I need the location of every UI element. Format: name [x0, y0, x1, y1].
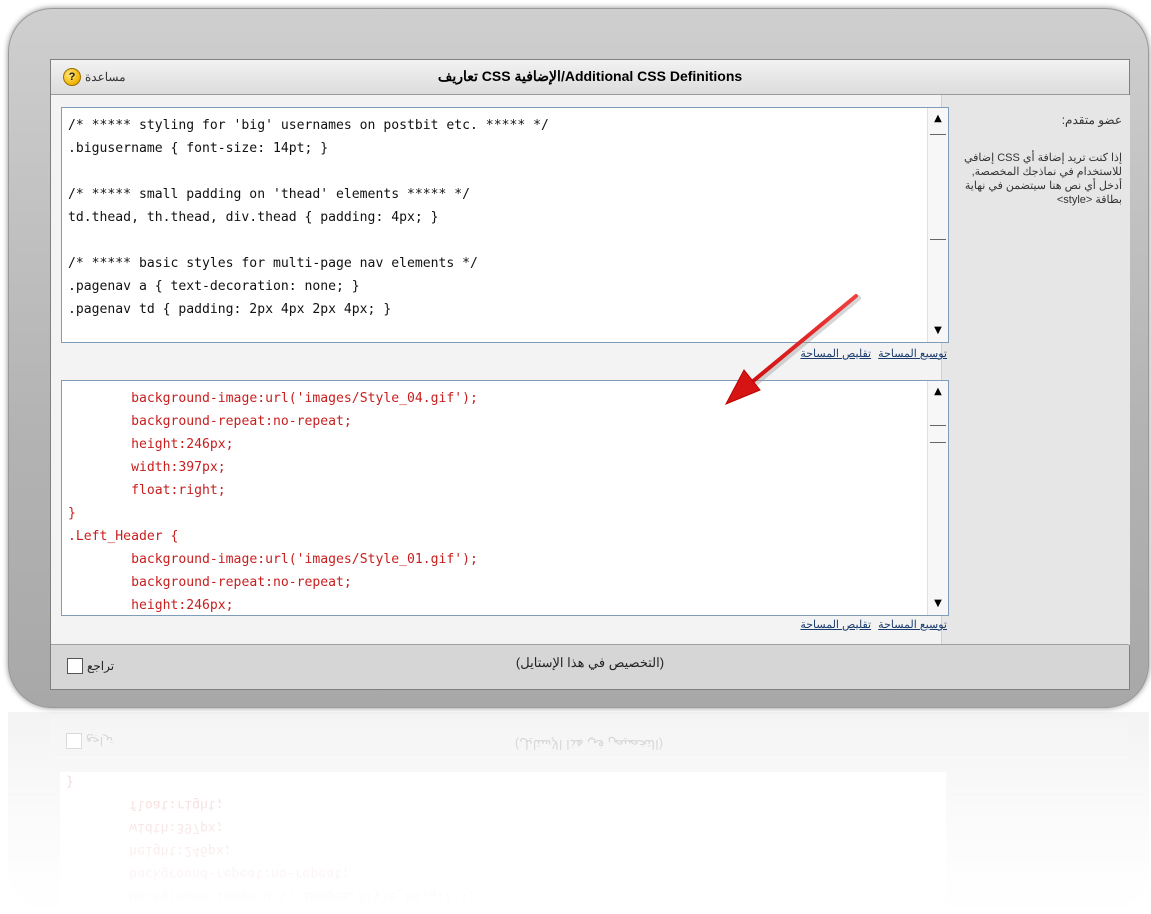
reflection-checkbox-icon — [66, 733, 82, 749]
reflection-footer: (التخصيص في هذا الإستايل) تراجع — [50, 718, 1128, 762]
reflection-customization-note: (التخصيص في هذا الإستايل) — [514, 737, 664, 752]
reflection-revert: تراجع — [66, 733, 113, 749]
reflection-code: background-image:url('images/Style_04.gi… — [60, 772, 946, 912]
reflection-revert-label: تراجع — [86, 734, 114, 748]
window-reflection: (التخصيص في هذا الإستايل) تراجع backgrou… — [8, 712, 1149, 912]
reflection-code-text: background-image:url('images/Style_04.gi… — [66, 774, 476, 904]
